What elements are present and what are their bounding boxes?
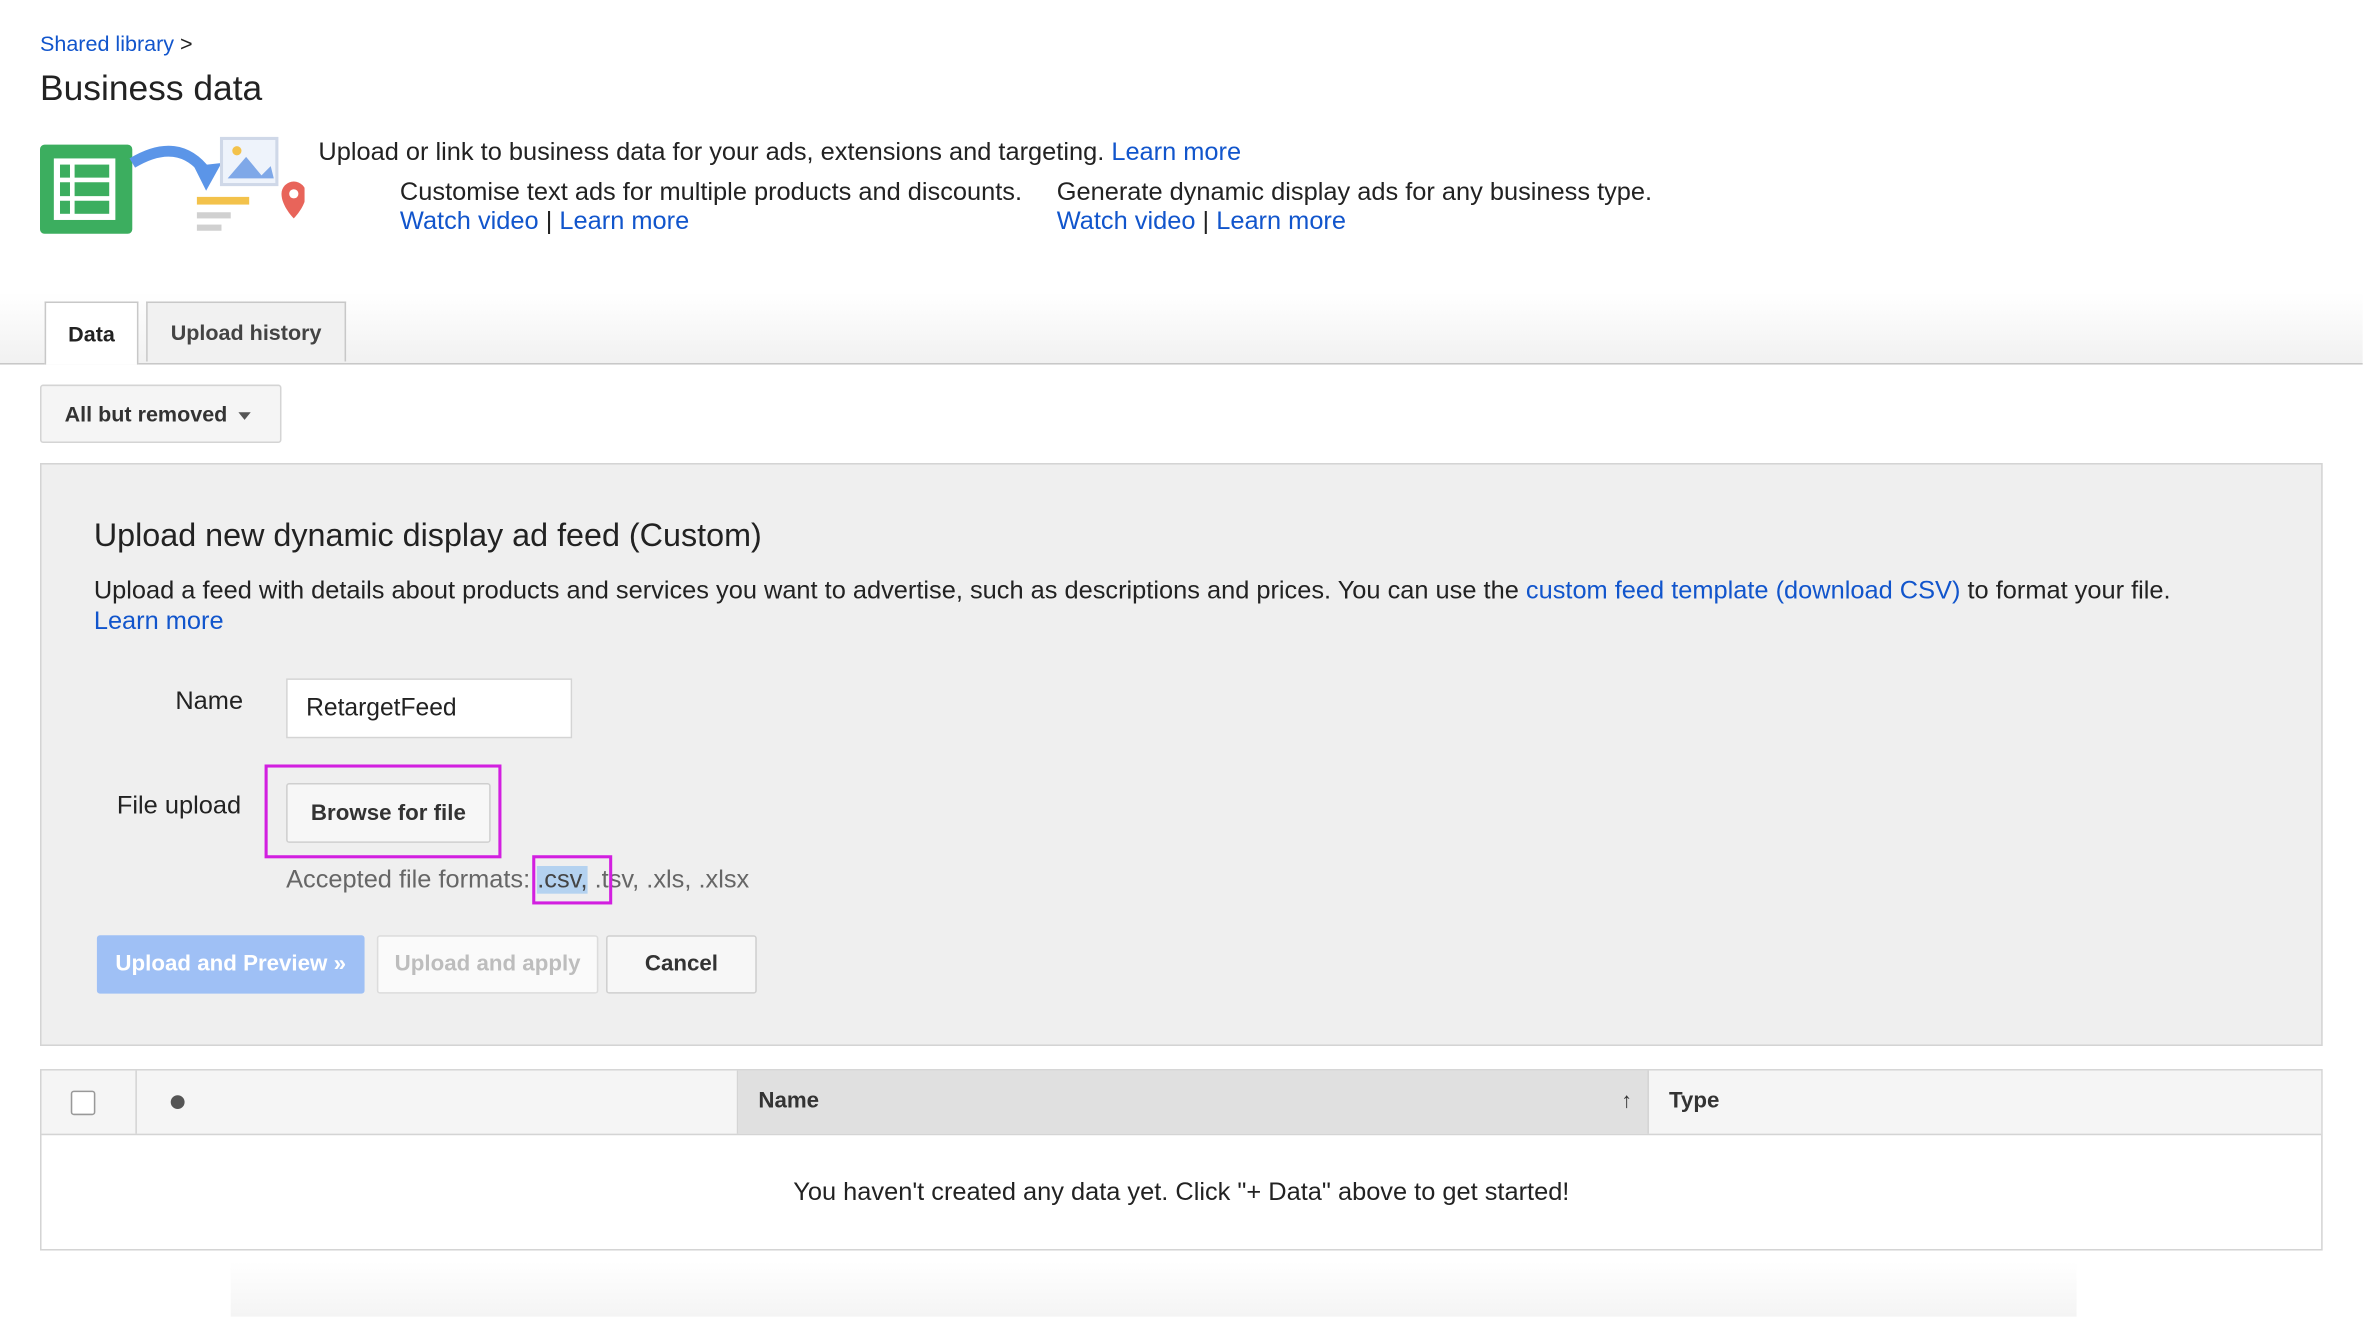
accepted-formats-text: Accepted file formats: .csv, .tsv, .xls,… xyxy=(286,866,749,895)
status-column-header[interactable] xyxy=(137,1070,739,1134)
table-header: Name ↑ Type xyxy=(41,1070,2322,1136)
breadcrumb-separator: > xyxy=(180,30,193,56)
type-column-header[interactable]: Type xyxy=(1669,1089,1719,1114)
learn-more-link[interactable]: Learn more xyxy=(559,208,689,236)
select-all-cell xyxy=(42,1070,137,1134)
custom-feed-template-link[interactable]: custom feed template (download CSV) xyxy=(1526,577,1961,605)
name-column-header[interactable]: Name ↑ xyxy=(738,1070,1649,1134)
empty-table-message: You haven't created any data yet. Click … xyxy=(793,1178,1570,1206)
formats-others: .tsv, .xls, .xlsx xyxy=(594,866,750,894)
select-all-checkbox[interactable] xyxy=(70,1090,96,1116)
caret-down-icon xyxy=(238,411,251,420)
link-separator: | xyxy=(545,207,553,236)
name-label: Name xyxy=(175,687,244,716)
highlight-csv-box xyxy=(532,855,613,905)
upload-and-preview-button[interactable]: Upload and Preview » xyxy=(96,935,365,994)
watch-video-link[interactable]: Watch video xyxy=(400,208,539,236)
page: Shared library > Business data Upload or… xyxy=(0,0,2378,1317)
formats-label: Accepted file formats: xyxy=(286,866,531,894)
browse-for-file-button[interactable]: Browse for file xyxy=(286,782,491,843)
upload-and-apply-button[interactable]: Upload and apply xyxy=(376,935,599,994)
status-filter-dropdown[interactable]: All but removed xyxy=(39,384,282,444)
intro-description: Upload or link to business data for your… xyxy=(318,138,1105,167)
feature-display-ads: Generate dynamic display ads for any bus… xyxy=(1057,178,1652,236)
feature-description: Generate dynamic display ads for any bus… xyxy=(1056,178,1653,207)
business-data-illustration xyxy=(39,136,305,234)
status-dot-icon xyxy=(170,1095,185,1110)
data-table: Name ↑ Type You haven't created any data… xyxy=(39,1069,2323,1251)
tabs-bar xyxy=(0,292,2363,365)
panel-description: Upload a feed with details about product… xyxy=(94,575,2278,637)
filter-label: All but removed xyxy=(64,401,228,427)
intro-learn-more-link[interactable]: Learn more xyxy=(1111,138,1241,166)
tab-upload-history[interactable]: Upload history xyxy=(146,301,347,362)
feature-text-ads: Customise text ads for multiple products… xyxy=(400,178,1022,236)
tab-data[interactable]: Data xyxy=(44,301,139,365)
panel-description-text: Upload a feed with details about product… xyxy=(93,576,1519,605)
feed-name-input[interactable] xyxy=(286,678,573,739)
learn-more-link[interactable]: Learn more xyxy=(1216,208,1346,236)
feature-description: Customise text ads for multiple products… xyxy=(399,178,1023,207)
page-title: Business data xyxy=(39,67,263,108)
breadcrumb: Shared library > xyxy=(40,31,193,56)
intro-text: Upload or link to business data for your… xyxy=(318,138,1241,167)
cancel-button[interactable]: Cancel xyxy=(606,935,757,994)
name-column-label: Name xyxy=(758,1089,820,1114)
bottom-shadow xyxy=(230,1261,2077,1317)
sort-ascending-icon: ↑ xyxy=(1621,1087,1633,1113)
file-upload-label: File upload xyxy=(116,792,242,820)
panel-learn-more-link[interactable]: Learn more xyxy=(94,608,224,636)
watch-video-link[interactable]: Watch video xyxy=(1057,208,1196,236)
link-separator: | xyxy=(1202,207,1210,236)
panel-title: Upload new dynamic display ad feed (Cust… xyxy=(93,518,762,554)
upload-feed-panel: Upload new dynamic display ad feed (Cust… xyxy=(39,462,2323,1046)
breadcrumb-shared-library-link[interactable]: Shared library xyxy=(40,31,174,56)
panel-description-text-end: to format your file. xyxy=(1967,576,2171,605)
